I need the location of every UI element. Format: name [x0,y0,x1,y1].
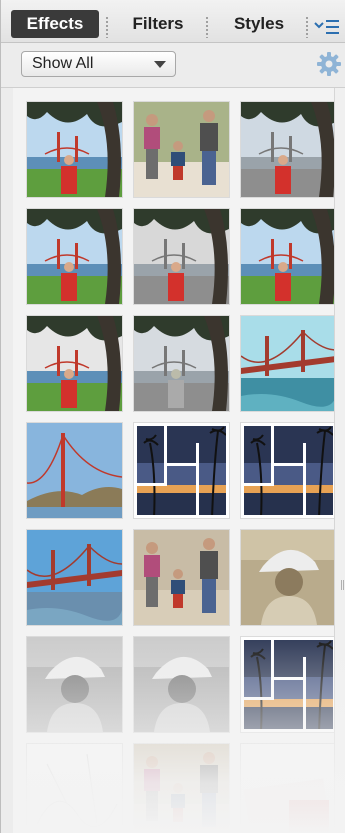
effect-thumbnail[interactable] [27,209,122,304]
effects-panel: Effects Filters Styles Show All [0,0,345,833]
scrollbar-grip [341,580,344,590]
tab-separator [106,16,108,38]
effects-thumbnail-grid [13,88,334,833]
effect-thumbnail[interactable] [241,530,334,625]
effect-thumbnail[interactable] [27,744,122,833]
effect-preview-image [27,637,122,732]
effect-thumbnail[interactable] [27,423,122,518]
effect-preview-image [241,102,334,197]
grid-scrollbar[interactable] [334,88,345,833]
panel-menu-icon[interactable] [314,18,340,36]
effect-preview-image [241,530,334,625]
dropdown-selected-value: Show All [32,55,94,72]
effect-thumbnail[interactable] [134,209,229,304]
effects-toolbar: Show All [1,43,345,88]
effect-thumbnail[interactable] [134,530,229,625]
effect-preview-image [134,423,229,518]
effect-thumbnail[interactable] [241,637,334,732]
tab-filters[interactable]: Filters [121,10,195,38]
show-filter-dropdown[interactable]: Show All [21,51,176,77]
effect-thumbnail[interactable] [134,744,229,833]
effect-preview-image [27,209,122,304]
effect-thumbnail[interactable] [134,423,229,518]
effect-thumbnail[interactable] [241,316,334,411]
effect-preview-image [27,744,122,833]
effect-thumbnail[interactable] [134,637,229,732]
effect-preview-image [27,423,122,518]
effect-thumbnail[interactable] [241,209,334,304]
gear-icon[interactable] [317,52,341,76]
effect-thumbnail[interactable] [27,637,122,732]
effect-thumbnail[interactable] [241,744,334,833]
tab-styles[interactable]: Styles [225,10,293,38]
effect-thumbnail[interactable] [27,102,122,197]
effect-preview-image [27,102,122,197]
effect-preview-image [134,316,229,411]
effect-preview-image [241,637,334,732]
effect-preview-image [134,530,229,625]
effect-preview-image [27,316,122,411]
tab-separator [206,16,208,38]
effect-preview-image [241,423,334,518]
effect-preview-image [241,209,334,304]
effect-preview-image [27,530,122,625]
effect-preview-image [134,637,229,732]
tab-separator [306,16,308,38]
effect-preview-image [241,744,334,833]
effect-thumbnail[interactable] [241,423,334,518]
effect-thumbnail[interactable] [134,102,229,197]
effect-preview-image [241,316,334,411]
tab-effects[interactable]: Effects [11,10,99,38]
effect-thumbnail[interactable] [134,316,229,411]
effect-thumbnail[interactable] [27,316,122,411]
chevron-down-icon [154,61,166,68]
effect-thumbnail[interactable] [241,102,334,197]
effect-preview-image [134,102,229,197]
effect-preview-image [134,744,229,833]
effect-preview-image [134,209,229,304]
effect-thumbnail[interactable] [27,530,122,625]
panel-tab-bar: Effects Filters Styles [1,0,345,43]
